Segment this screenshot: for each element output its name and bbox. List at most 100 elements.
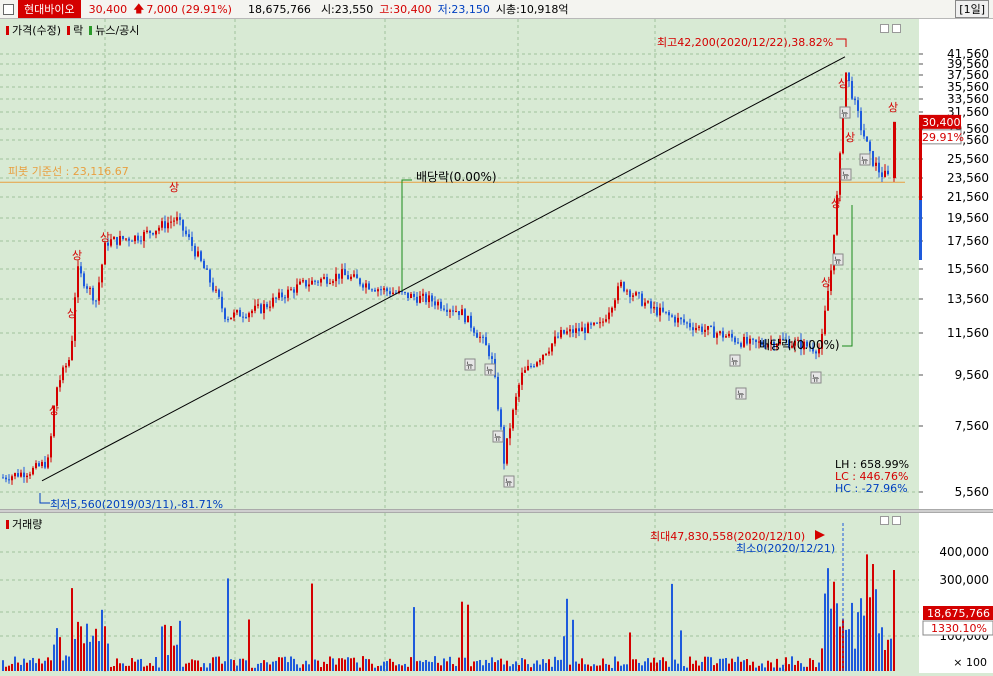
volume-bar: [218, 656, 220, 671]
volume-bar: [830, 608, 832, 671]
limit-up-tag[interactable]: 상: [821, 276, 831, 289]
candle-body: [278, 292, 280, 299]
volume-bar: [371, 663, 373, 671]
candle-body: [20, 472, 22, 477]
volume-bar: [377, 665, 379, 671]
volume-bar: [419, 660, 421, 671]
candle-body: [884, 170, 886, 177]
candle-body: [548, 351, 550, 354]
candle-body: [413, 293, 415, 297]
legend-volume-label: 거래량: [12, 518, 43, 531]
volume-bar: [701, 661, 703, 671]
limit-up-tag[interactable]: 상: [72, 249, 82, 262]
legend-volume[interactable]: 거래량: [6, 516, 42, 532]
volume-bar: [791, 656, 793, 671]
legend-drop[interactable]: 락: [67, 22, 83, 38]
candle-body: [545, 353, 547, 355]
candle-body: [644, 302, 646, 306]
volume-bar: [443, 658, 445, 671]
volume-unit-label: × 100: [953, 656, 987, 669]
volume-bar: [272, 661, 274, 671]
limit-up-tag[interactable]: 상: [845, 131, 855, 144]
candle-body: [662, 307, 664, 312]
candle-body: [209, 269, 211, 283]
volume-bar: [284, 656, 286, 671]
price-chart[interactable]: 피봇 기준선 : 23,116.67 최고42,200(2020/12/22),3…: [0, 19, 919, 509]
candle-body: [86, 286, 88, 289]
candle-body: [689, 323, 691, 328]
hc-stat: HC : -27.96%: [835, 482, 908, 495]
volume-bar: [344, 659, 346, 671]
limit-up-tag[interactable]: 상: [831, 197, 841, 210]
candle-body: [284, 297, 286, 299]
close-icon[interactable]: [892, 516, 901, 525]
volume-bar: [632, 659, 634, 671]
candle-body: [389, 291, 391, 295]
limit-up-tag[interactable]: 상: [838, 77, 848, 90]
candle-body: [419, 295, 421, 303]
legend-price[interactable]: 가격(수정): [6, 22, 61, 38]
volume-bar: [815, 667, 817, 671]
volume-bar: [89, 641, 91, 671]
volume-panel-controls: [880, 516, 904, 525]
minimize-icon[interactable]: [880, 516, 889, 525]
volume-bar: [812, 659, 814, 671]
limit-up-tag[interactable]: 상: [100, 231, 110, 244]
volume-bar: [416, 661, 418, 671]
candle-body: [167, 222, 169, 229]
volume-bar: [326, 663, 328, 671]
volume-bar: [560, 659, 562, 671]
volume-bar: [107, 643, 109, 671]
volume-bar: [773, 667, 775, 671]
stock-name[interactable]: 현대바이오: [18, 0, 81, 18]
candle-body: [440, 301, 442, 309]
candle-body: [560, 330, 562, 338]
volume-chart[interactable]: 최대47,830,558(2020/12/10)최소0(2020/12/21): [0, 513, 919, 673]
candle-body: [731, 333, 733, 338]
minimize-icon[interactable]: [880, 24, 889, 33]
volume-bar: [452, 664, 454, 671]
select-checkbox[interactable]: [3, 3, 14, 15]
candle-body: [407, 292, 409, 298]
candle-body: [269, 306, 271, 308]
candle-body: [89, 287, 91, 289]
limit-up-tag[interactable]: 상: [888, 101, 898, 114]
limit-up-tag[interactable]: 상: [67, 307, 77, 320]
limit-up-tag[interactable]: 상: [49, 404, 59, 417]
candle-body: [65, 365, 67, 368]
candle-body: [191, 237, 193, 246]
candle-body: [491, 356, 493, 359]
legend-news[interactable]: 뉴스/공시: [89, 22, 139, 38]
candle-body: [605, 319, 607, 322]
volume-bar: [797, 660, 799, 671]
volume-bar: [782, 664, 784, 671]
candle-body: [863, 130, 865, 137]
high-arrow-icon: [836, 38, 847, 47]
volume-bar: [383, 661, 385, 671]
volume-bar: [680, 630, 682, 671]
volume-bar: [881, 627, 883, 671]
candle-body: [314, 280, 316, 282]
candle-body: [224, 308, 226, 320]
candle-body: [713, 326, 715, 338]
volume-bar: [746, 659, 748, 671]
candle-body: [128, 238, 130, 241]
change-percent: (29.91%): [181, 2, 232, 16]
volume-bar: [533, 663, 535, 671]
volume-bar: [770, 662, 772, 671]
candle-body: [350, 276, 352, 280]
volume-bar: [5, 666, 7, 671]
candle-body: [509, 428, 511, 439]
volume-bar: [413, 607, 415, 671]
candle-body: [323, 277, 325, 279]
period-button[interactable]: [1일]: [955, 0, 989, 18]
limit-up-tag[interactable]: 상: [169, 181, 179, 194]
candle-body: [8, 479, 10, 481]
candle-body: [137, 235, 139, 241]
volume-bar: [869, 597, 871, 671]
volume-bar: [581, 658, 583, 671]
volume-bar: [890, 638, 892, 671]
candle-body: [176, 217, 178, 221]
volume-bar: [725, 657, 727, 671]
close-icon[interactable]: [892, 24, 901, 33]
